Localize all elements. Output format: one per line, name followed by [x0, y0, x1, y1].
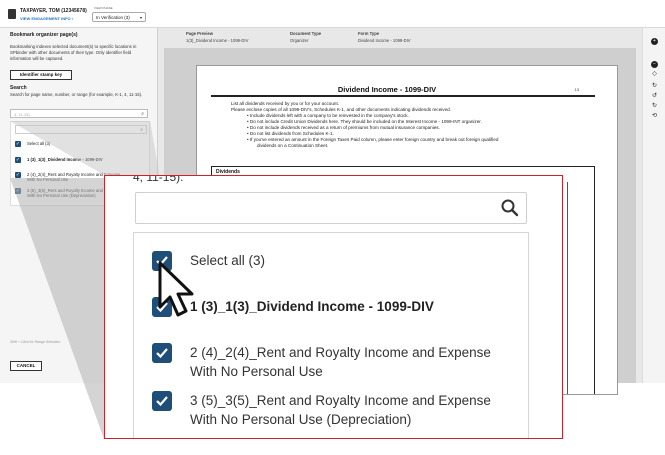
search-icon[interactable] [500, 197, 520, 219]
view-engagement-link[interactable]: VIEW ENGAGEMENT INFO › [20, 16, 73, 21]
document-page-number: 13 [574, 87, 579, 92]
table-grid [567, 182, 617, 394]
panel-title: Bookmark organizer page(s) [10, 32, 78, 38]
search-icon[interactable]: ⌕ [140, 127, 143, 133]
column-header-document-type: Document Type [290, 31, 322, 36]
divider [211, 95, 595, 97]
document-icon [8, 9, 16, 19]
list-item-label: Select all (3) [27, 141, 51, 146]
add-icon[interactable]: + [651, 38, 658, 45]
phase-select-value: In Verification (3) [96, 15, 130, 20]
search-title: Search [10, 85, 27, 91]
taxpayer-name: TAXPAYER, TOM (12345678) [20, 8, 87, 14]
phase-select[interactable]: In Verification (3) ▾ [92, 12, 146, 22]
minus-icon[interactable]: − [651, 61, 658, 68]
checkbox-checked-icon[interactable]: ✓ [15, 157, 21, 163]
checkbox-checked-icon[interactable] [152, 343, 172, 363]
checkbox-checked-icon[interactable] [152, 391, 172, 411]
reset-icon[interactable]: ⟲ [651, 113, 658, 120]
right-toolbar: + − ◇ ↻ ↺ ↻ ⟲ [642, 28, 665, 383]
list-item-label: 2 (4)_2(4)_Rent and Royalty Income and E… [190, 345, 491, 379]
mouse-pointer-icon [158, 261, 194, 317]
document-title: Dividend Income - 1099-DIV [337, 85, 437, 94]
undo-icon[interactable]: ↺ [651, 93, 658, 100]
list-filter-input[interactable] [135, 192, 527, 224]
list-item-label: Select all (3) [190, 253, 266, 268]
range-selection-hint: Shift + Click for Range Selection [10, 340, 61, 344]
top-bar: TAXPAYER, TOM (12345678) VIEW ENGAGEMENT… [0, 0, 665, 28]
view-phase-label: VIEW PHASE [94, 6, 113, 10]
list-item-label: 3 (5)_3(5)_Rent and Royalty Income and E… [190, 393, 491, 427]
search-input-value: 4, 11-15). [14, 112, 31, 117]
panel-description: Bookmarking indexes selected document(s)… [10, 44, 137, 61]
list-filter-input[interactable]: ⌕ [15, 125, 147, 134]
checkbox-checked-icon[interactable]: ✓ [15, 141, 21, 147]
app-window: TAXPAYER, TOM (12345678) VIEW ENGAGEMENT… [0, 0, 665, 455]
redo-icon[interactable]: ↻ [651, 103, 658, 110]
column-header-form-type: Form Type [358, 31, 380, 36]
instruction-bullet-continued: dividends on a Continuation Sheet. [257, 143, 329, 148]
search-description: Search for page name, number, or range (… [10, 92, 143, 97]
document-instructions: List all dividends received by you or fo… [231, 101, 591, 149]
cancel-button[interactable]: CANCEL [10, 361, 42, 371]
document-type-value: Organizer [290, 38, 309, 43]
chevron-down-icon: ▾ [139, 15, 142, 20]
page-search-input[interactable]: 4, 11-15). ⌕ [10, 109, 148, 118]
search-icon[interactable]: ⌕ [141, 111, 144, 117]
search-hint-fragment: 4, 11-15). [133, 175, 184, 184]
list-item-label: 1 (3)_1(3)_Dividend Income - 1099-DIV [27, 157, 103, 162]
checkbox-checked-icon[interactable]: ✓ [15, 172, 21, 178]
rotate-icon[interactable]: ↻ [651, 83, 658, 90]
fit-icon[interactable]: ◇ [651, 71, 658, 78]
page-preview-value: 1(3)_Dividend Income - 1099-DIV [186, 38, 249, 43]
list-item-label: 1 (3)_1(3)_Dividend Income - 1099-DIV [190, 299, 434, 314]
checkbox-checked-icon[interactable]: ✓ [15, 188, 21, 194]
column-header-page-preview: Page Preview [186, 31, 214, 36]
identifier-stamp-key-button[interactable]: Identifier stamp key [10, 70, 72, 80]
form-type-value: Dividend Income - 1099-DIV [358, 38, 411, 43]
